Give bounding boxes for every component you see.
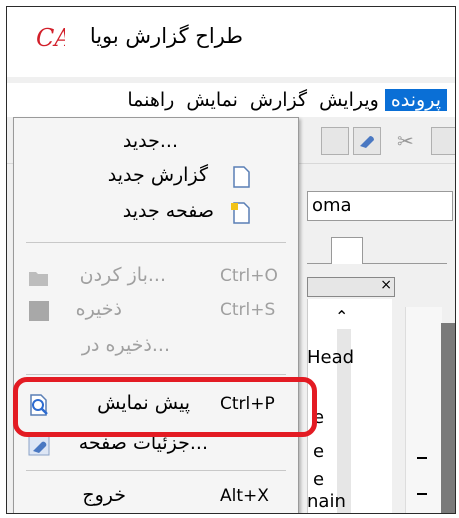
menu-item-exit[interactable]: Alt+X خروج — [14, 480, 298, 513]
new-page-icon — [231, 202, 250, 224]
menu-item-label: ...جدید — [122, 130, 178, 152]
toolbar-button[interactable] — [321, 127, 349, 155]
wrench-icon — [360, 136, 374, 148]
menu-view[interactable]: نمایش — [180, 89, 244, 111]
menu-item-label: ...باز کردن — [79, 264, 166, 286]
menu-file[interactable]: پرونده — [384, 89, 447, 111]
app-logo-icon: CA — [36, 24, 65, 51]
menu-item-new-page[interactable]: صفحه جدید — [14, 196, 298, 230]
menu-item-label: ذخیره — [75, 298, 122, 320]
menu-item-save[interactable]: Ctrl+S ذخیره — [14, 294, 298, 328]
scroll-up-icon[interactable]: ⌃ — [335, 307, 348, 326]
design-page-edge — [441, 323, 455, 513]
partial-label: nain — [307, 491, 346, 512]
tab[interactable] — [331, 237, 363, 264]
menu-item-label: گزارش جدید — [107, 164, 208, 186]
copy-toolbar-button[interactable] — [431, 127, 455, 155]
font-combobox[interactable]: oma — [307, 191, 453, 221]
open-folder-icon — [29, 272, 48, 286]
page-details-icon — [28, 434, 50, 456]
menu-item-open[interactable]: Ctrl+O ...باز کردن — [14, 260, 298, 294]
close-icon[interactable]: × — [380, 277, 392, 293]
menu-item-label: صفحه جدید — [122, 200, 214, 222]
page-settings-toolbar-button[interactable] — [353, 127, 381, 155]
menu-item-save-as[interactable]: ...ذخیره در — [14, 330, 298, 364]
new-report-icon — [233, 166, 250, 188]
menu-separator — [26, 470, 286, 471]
title-bar: CA طراح گزارش بویا — [7, 7, 455, 77]
menu-separator — [26, 242, 286, 243]
menu-item-new-report[interactable]: گزارش جدید — [14, 160, 298, 194]
menu-bar: پرونده ویرایش گزارش نمایش راهنما — [7, 83, 455, 117]
cut-icon[interactable]: ✂ — [397, 129, 414, 153]
partial-label: e — [313, 469, 325, 490]
svg-text:CA: CA — [36, 24, 65, 51]
highlight-ring — [13, 377, 317, 437]
menu-report[interactable]: گزارش — [244, 89, 313, 111]
window-title: طراح گزارش بویا — [89, 24, 243, 48]
panel-header: × — [307, 277, 395, 297]
tab-strip — [307, 233, 447, 264]
app-window: CA طراح گزارش بویا پرونده ویرایش گزارش ن… — [6, 6, 456, 514]
menu-item-new[interactable]: ...جدید — [14, 126, 298, 160]
ruler-mark — [417, 457, 427, 459]
screenshot-frame: CA طراح گزارش بویا پرونده ویرایش گزارش ن… — [0, 0, 459, 518]
menu-item-shortcut: Ctrl+S — [220, 300, 276, 320]
menu-edit[interactable]: ویرایش — [313, 89, 385, 111]
menu-item-shortcut: Alt+X — [220, 486, 269, 506]
font-value: oma — [312, 195, 352, 216]
menu-item-label: خروج — [82, 484, 126, 506]
ruler-mark — [417, 493, 427, 495]
save-icon — [29, 301, 49, 321]
design-area — [405, 307, 442, 513]
partial-label: Head — [307, 347, 355, 368]
menu-item-label: ...ذخیره در — [81, 334, 170, 356]
menu-separator — [26, 374, 286, 375]
file-menu-dropdown: ...جدید گزارش جدید صفحه جدید Ctrl+O ...ب… — [13, 117, 299, 513]
partial-label: e — [313, 441, 325, 462]
menu-help[interactable]: راهنما — [121, 89, 180, 111]
menu-item-shortcut: Ctrl+O — [220, 266, 278, 286]
